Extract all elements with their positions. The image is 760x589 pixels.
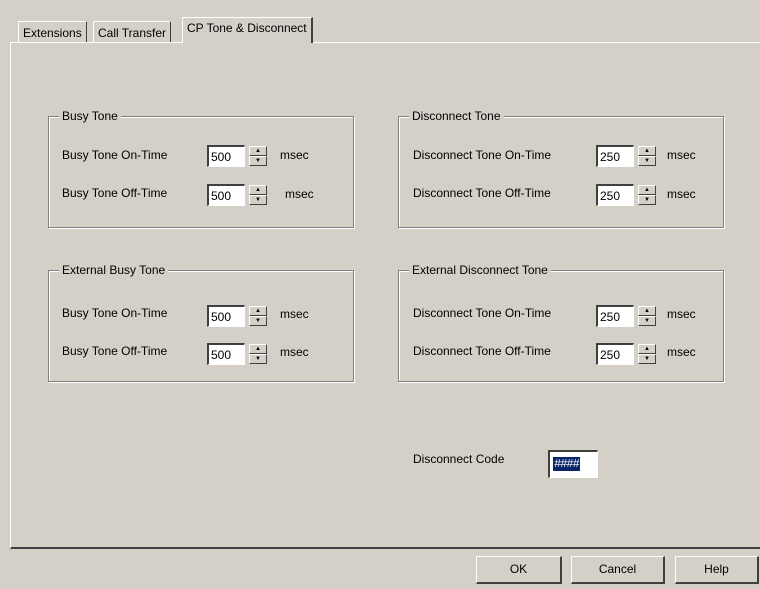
spin-up-icon[interactable]: ▲ — [249, 185, 267, 195]
external-disconnect-off-label: Disconnect Tone Off-Time — [413, 344, 551, 358]
busy-on-input[interactable]: 500 — [207, 145, 245, 167]
disconnect-on-label: Disconnect Tone On-Time — [413, 148, 552, 162]
unit-label: msec — [285, 187, 314, 201]
help-button[interactable]: Help — [675, 556, 759, 584]
external-busy-on-label: Busy Tone On-Time — [62, 306, 168, 320]
spin-up-icon[interactable]: ▲ — [638, 146, 656, 156]
unit-label: msec — [280, 307, 309, 321]
external-disconnect-on-label: Disconnect Tone On-Time — [413, 306, 552, 320]
unit-label: msec — [280, 148, 309, 162]
external-disconnect-on-input[interactable]: 250 — [596, 305, 634, 327]
external-disconnect-tone-group: External Disconnect Tone — [398, 263, 724, 382]
disconnect-on-spinner[interactable]: 250 ▲ ▼ — [596, 145, 664, 167]
spin-down-icon[interactable]: ▼ — [249, 316, 267, 326]
spin-down-icon[interactable]: ▼ — [638, 156, 656, 166]
group-title: External Busy Tone — [59, 263, 169, 277]
disconnect-off-input[interactable]: 250 — [596, 184, 634, 206]
disconnect-off-spinner[interactable]: 250 ▲ ▼ — [596, 184, 664, 206]
ok-button[interactable]: OK — [476, 556, 562, 584]
spin-up-icon[interactable]: ▲ — [638, 306, 656, 316]
external-busy-on-input[interactable]: 500 — [207, 305, 245, 327]
spin-down-icon[interactable]: ▼ — [638, 195, 656, 205]
disconnect-code-label: Disconnect Code — [413, 452, 505, 466]
busy-off-input[interactable]: 500 — [207, 184, 245, 206]
unit-label: msec — [667, 345, 696, 359]
spin-down-icon[interactable]: ▼ — [638, 354, 656, 364]
busy-off-label: Busy Tone Off-Time — [62, 186, 168, 200]
busy-on-label: Busy Tone On-Time — [62, 148, 168, 162]
busy-off-spinner[interactable]: 500 ▲ ▼ — [207, 184, 275, 206]
disconnect-tone-group: Disconnect Tone — [398, 109, 724, 228]
disconnect-code-input[interactable]: #### — [548, 450, 598, 478]
dialog-window: Extensions Call Transfer CP Tone & Disco… — [0, 0, 760, 589]
disconnect-on-input[interactable]: 250 — [596, 145, 634, 167]
spin-down-icon[interactable]: ▼ — [638, 316, 656, 326]
external-busy-off-label: Busy Tone Off-Time — [62, 344, 168, 358]
external-busy-off-input[interactable]: 500 — [207, 343, 245, 365]
unit-label: msec — [667, 307, 696, 321]
tab-cp-tone-disconnect[interactable]: CP Tone & Disconnect — [182, 17, 313, 43]
external-busy-off-spinner[interactable]: 500 ▲ ▼ — [207, 343, 275, 365]
tab-extensions[interactable]: Extensions — [18, 21, 87, 43]
group-title: External Disconnect Tone — [409, 263, 551, 277]
external-busy-on-spinner[interactable]: 500 ▲ ▼ — [207, 305, 275, 327]
spin-up-icon[interactable]: ▲ — [638, 185, 656, 195]
spin-down-icon[interactable]: ▼ — [249, 354, 267, 364]
external-busy-tone-group: External Busy Tone — [48, 263, 354, 382]
disconnect-code-value: #### — [553, 457, 580, 471]
spin-down-icon[interactable]: ▼ — [249, 195, 267, 205]
external-disconnect-off-input[interactable]: 250 — [596, 343, 634, 365]
unit-label: msec — [667, 148, 696, 162]
unit-label: msec — [667, 187, 696, 201]
spin-up-icon[interactable]: ▲ — [249, 344, 267, 354]
group-title: Disconnect Tone — [409, 109, 504, 123]
disconnect-off-label: Disconnect Tone Off-Time — [413, 186, 551, 200]
spin-up-icon[interactable]: ▲ — [249, 146, 267, 156]
external-disconnect-off-spinner[interactable]: 250 ▲ ▼ — [596, 343, 664, 365]
busy-on-spinner[interactable]: 500 ▲ ▼ — [207, 145, 275, 167]
spin-up-icon[interactable]: ▲ — [638, 344, 656, 354]
spin-down-icon[interactable]: ▼ — [249, 156, 267, 166]
spin-up-icon[interactable]: ▲ — [249, 306, 267, 316]
unit-label: msec — [280, 345, 309, 359]
group-title: Busy Tone — [59, 109, 121, 123]
external-disconnect-on-spinner[interactable]: 250 ▲ ▼ — [596, 305, 664, 327]
busy-tone-group: Busy Tone — [48, 109, 354, 228]
cancel-button[interactable]: Cancel — [571, 556, 665, 584]
tab-call-transfer[interactable]: Call Transfer — [93, 21, 172, 43]
